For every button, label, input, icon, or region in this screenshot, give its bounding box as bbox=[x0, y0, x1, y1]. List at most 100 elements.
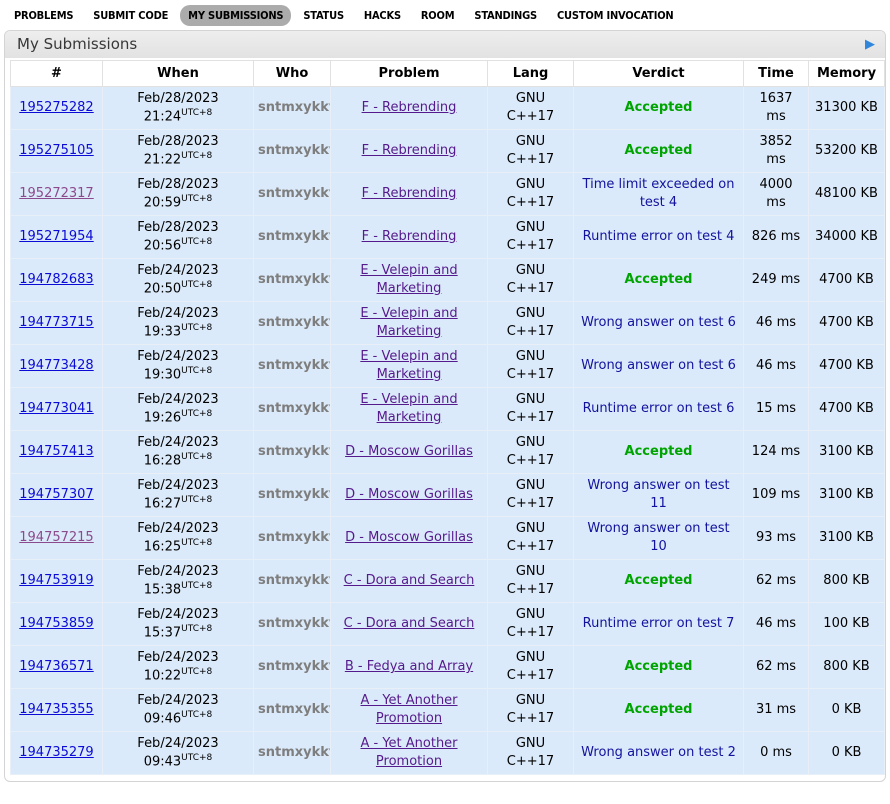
submission-id-link[interactable]: 195275105 bbox=[19, 143, 93, 158]
nav-item-standings[interactable]: Standings bbox=[466, 5, 545, 26]
problem-link[interactable]: E - Velepin and Marketing bbox=[360, 392, 457, 425]
problem-link[interactable]: A - Yet Another Promotion bbox=[360, 736, 457, 769]
submission-row: 194773041Feb/24/202319:26UTC+8sntmxykkyE… bbox=[11, 388, 885, 431]
submission-id-link[interactable]: 194773041 bbox=[19, 401, 93, 416]
nav-item-room[interactable]: Room bbox=[413, 5, 463, 26]
submission-id-link[interactable]: 194782683 bbox=[19, 272, 93, 287]
lang-text: GNU bbox=[492, 90, 569, 108]
user-handle-link[interactable]: sntmxykky bbox=[258, 100, 331, 115]
verdict-text[interactable]: Wrong answer on test 6 bbox=[581, 315, 736, 330]
cell-time: 62 ms bbox=[744, 646, 809, 689]
nav-item-submit-code[interactable]: Submit Code bbox=[85, 5, 176, 26]
submission-id-link[interactable]: 194773715 bbox=[19, 315, 93, 330]
problem-link[interactable]: B - Fedya and Array bbox=[345, 659, 473, 674]
user-handle-link[interactable]: sntmxykky bbox=[258, 487, 331, 502]
submission-id-link[interactable]: 194736571 bbox=[19, 659, 93, 674]
cell-who: sntmxykky bbox=[254, 517, 331, 560]
verdict-text[interactable]: Accepted bbox=[625, 702, 693, 717]
verdict-text[interactable]: Accepted bbox=[625, 100, 693, 115]
nav-item-custom-invocation[interactable]: Custom Invocation bbox=[549, 5, 682, 26]
problem-link[interactable]: F - Rebrending bbox=[362, 100, 457, 115]
problem-link[interactable]: A - Yet Another Promotion bbox=[360, 693, 457, 726]
user-handle-link[interactable]: sntmxykky bbox=[258, 143, 331, 158]
cell-who: sntmxykky bbox=[254, 646, 331, 689]
cell-lang: GNUC++17 bbox=[488, 689, 574, 732]
nav-item-problems[interactable]: Problems bbox=[6, 5, 81, 26]
nav-item-status[interactable]: Status bbox=[295, 5, 352, 26]
problem-link[interactable]: D - Moscow Gorillas bbox=[345, 487, 473, 502]
problem-link[interactable]: F - Rebrending bbox=[362, 229, 457, 244]
submission-id-link[interactable]: 194753919 bbox=[19, 573, 93, 588]
verdict-text[interactable]: Wrong answer on test 11 bbox=[587, 478, 729, 511]
user-handle-link[interactable]: sntmxykky bbox=[258, 444, 331, 459]
nav-item-hacks[interactable]: Hacks bbox=[356, 5, 409, 26]
column-header-verdict: Verdict bbox=[574, 61, 744, 87]
user-handle-link[interactable]: sntmxykky bbox=[258, 272, 331, 287]
when-timezone: UTC+8 bbox=[181, 624, 212, 634]
submission-id-link[interactable]: 194757307 bbox=[19, 487, 93, 502]
verdict-text[interactable]: Runtime error on test 6 bbox=[583, 401, 735, 416]
user-handle-link[interactable]: sntmxykky bbox=[258, 659, 331, 674]
submission-id-link[interactable]: 194735355 bbox=[19, 702, 93, 717]
submission-id-link[interactable]: 195275282 bbox=[19, 100, 93, 115]
time-value: 4000 ms bbox=[759, 177, 792, 210]
when-date: Feb/24/2023 bbox=[107, 391, 249, 409]
problem-link[interactable]: C - Dora and Search bbox=[344, 573, 475, 588]
problem-link[interactable]: E - Velepin and Marketing bbox=[360, 349, 457, 382]
submission-id-link[interactable]: 195271954 bbox=[19, 229, 93, 244]
cell-id: 194757307 bbox=[11, 474, 103, 517]
user-handle-link[interactable]: sntmxykky bbox=[258, 401, 331, 416]
cell-when: Feb/24/202320:50UTC+8 bbox=[103, 259, 254, 302]
cell-problem: A - Yet Another Promotion bbox=[331, 732, 488, 775]
submission-id-link[interactable]: 194753859 bbox=[19, 616, 93, 631]
verdict-text[interactable]: Accepted bbox=[625, 444, 693, 459]
problem-link[interactable]: F - Rebrending bbox=[362, 186, 457, 201]
when-timezone: UTC+8 bbox=[181, 280, 212, 290]
cell-verdict: Accepted bbox=[574, 259, 744, 302]
submission-id-link[interactable]: 195272317 bbox=[19, 186, 93, 201]
verdict-text[interactable]: Runtime error on test 4 bbox=[583, 229, 735, 244]
user-handle-link[interactable]: sntmxykky bbox=[258, 616, 331, 631]
user-handle-link[interactable]: sntmxykky bbox=[258, 530, 331, 545]
problem-link[interactable]: C - Dora and Search bbox=[344, 616, 475, 631]
verdict-text[interactable]: Wrong answer on test 10 bbox=[587, 521, 729, 554]
when-timezone: UTC+8 bbox=[181, 452, 212, 462]
user-handle-link[interactable]: sntmxykky bbox=[258, 745, 331, 760]
cell-who: sntmxykky bbox=[254, 474, 331, 517]
cell-time: 826 ms bbox=[744, 216, 809, 259]
when-date: Feb/28/2023 bbox=[107, 133, 249, 151]
user-handle-link[interactable]: sntmxykky bbox=[258, 229, 331, 244]
problem-link[interactable]: D - Moscow Gorillas bbox=[345, 530, 473, 545]
user-handle-link[interactable]: sntmxykky bbox=[258, 358, 331, 373]
submission-id-link[interactable]: 194773428 bbox=[19, 358, 93, 373]
verdict-text[interactable]: Wrong answer on test 2 bbox=[581, 745, 736, 760]
problem-link[interactable]: E - Velepin and Marketing bbox=[360, 306, 457, 339]
verdict-text[interactable]: Accepted bbox=[625, 143, 693, 158]
when-date: Feb/24/2023 bbox=[107, 692, 249, 710]
cell-verdict: Wrong answer on test 2 bbox=[574, 732, 744, 775]
problem-link[interactable]: E - Velepin and Marketing bbox=[360, 263, 457, 296]
submission-row: 195271954Feb/28/202320:56UTC+8sntmxykkyF… bbox=[11, 216, 885, 259]
problem-link[interactable]: F - Rebrending bbox=[362, 143, 457, 158]
submission-id-link[interactable]: 194757215 bbox=[19, 530, 93, 545]
memory-value: 0 KB bbox=[832, 702, 862, 717]
verdict-text[interactable]: Accepted bbox=[625, 272, 693, 287]
when-timezone: UTC+8 bbox=[181, 581, 212, 591]
verdict-text[interactable]: Wrong answer on test 6 bbox=[581, 358, 736, 373]
user-handle-link[interactable]: sntmxykky bbox=[258, 573, 331, 588]
submission-id-link[interactable]: 194735279 bbox=[19, 745, 93, 760]
cell-id: 194773715 bbox=[11, 302, 103, 345]
submission-id-link[interactable]: 194757413 bbox=[19, 444, 93, 459]
verdict-text[interactable]: Runtime error on test 7 bbox=[583, 616, 735, 631]
table-wrapper: #WhenWhoProblemLangVerdictTimeMemory 195… bbox=[5, 58, 885, 781]
user-handle-link[interactable]: sntmxykky bbox=[258, 186, 331, 201]
verdict-text[interactable]: Time limit exceeded on test 4 bbox=[583, 177, 735, 210]
verdict-text[interactable]: Accepted bbox=[625, 573, 693, 588]
user-handle-link[interactable]: sntmxykky bbox=[258, 702, 331, 717]
verdict-text[interactable]: Accepted bbox=[625, 659, 693, 674]
cell-problem: E - Velepin and Marketing bbox=[331, 388, 488, 431]
user-handle-link[interactable]: sntmxykky bbox=[258, 315, 331, 330]
nav-item-my-submissions[interactable]: My Submissions bbox=[180, 5, 291, 26]
expand-arrow-icon[interactable]: ▶ bbox=[865, 38, 875, 51]
problem-link[interactable]: D - Moscow Gorillas bbox=[345, 444, 473, 459]
